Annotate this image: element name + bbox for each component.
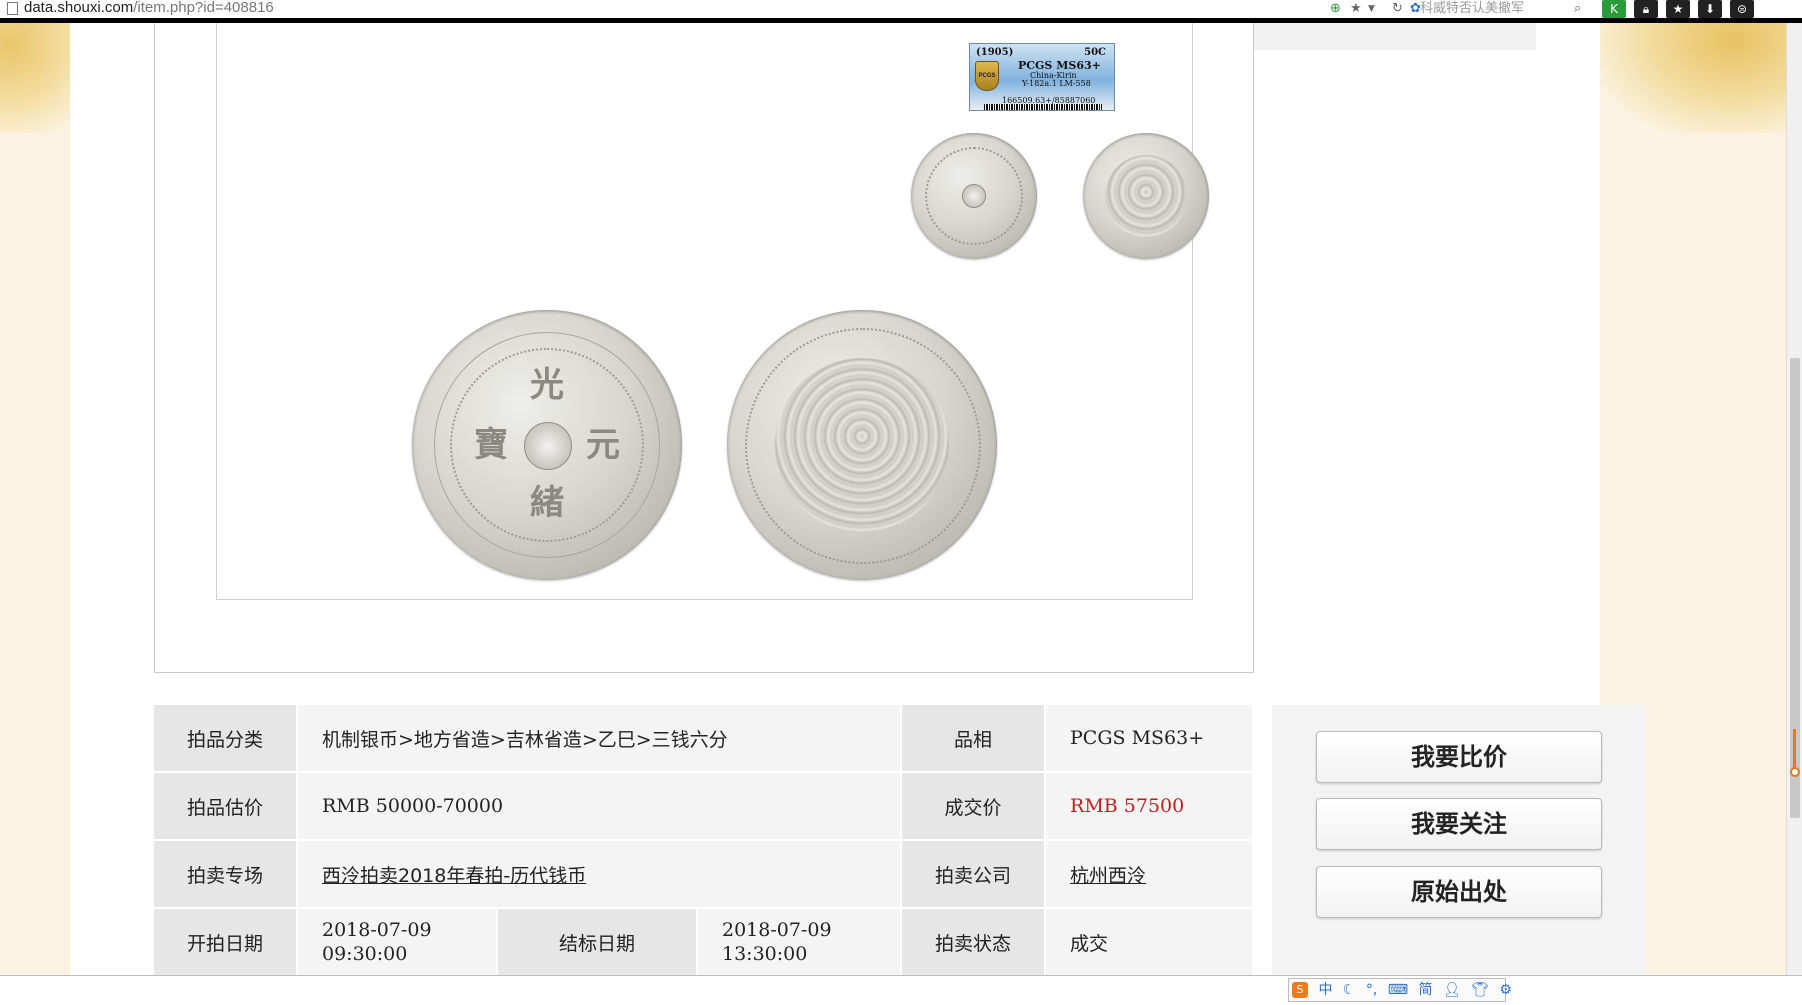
dragon-motif bbox=[775, 358, 949, 532]
page-icon bbox=[7, 2, 18, 15]
start-datetime: 2018-07-09 09:30:00 bbox=[298, 909, 498, 977]
coin-char-right: 元 bbox=[586, 425, 620, 465]
page-content: (1905) 50C PCGS PCGS MS63+ China-Kirin Y… bbox=[70, 23, 1646, 977]
coin-char-bottom: 緒 bbox=[530, 483, 564, 523]
skin-icon[interactable]: 👕︎ bbox=[1471, 979, 1489, 1001]
coin-center bbox=[962, 184, 986, 208]
price-label: 成交价 bbox=[902, 773, 1047, 841]
ime-chinese-mode[interactable]: 中 bbox=[1318, 979, 1332, 1001]
table-row: 拍品估价 RMB 50000-70000 成交价 RMB 57500 bbox=[154, 773, 1255, 841]
ime-logo-icon[interactable]: S bbox=[1292, 982, 1308, 998]
table-row: 拍卖专场 西泠拍卖2018年春拍-历代钱币 拍卖公司 杭州西泠 bbox=[154, 841, 1255, 909]
action-panel: 我要比价 我要关注 原始出处 bbox=[1272, 705, 1646, 975]
end-datetime: 2018-07-09 13:30:00 bbox=[698, 909, 903, 977]
page-scrollbar[interactable] bbox=[1786, 23, 1802, 975]
extension-k-icon[interactable]: K bbox=[1602, 0, 1626, 18]
coin-obverse-small bbox=[911, 133, 1037, 259]
status-label: 拍卖状态 bbox=[902, 909, 1047, 977]
pcgs-year: (1905) bbox=[976, 47, 1014, 58]
download-icon[interactable]: ⬇ bbox=[1698, 0, 1722, 18]
scroll-marker-dot bbox=[1790, 767, 1800, 777]
company-link[interactable]: 杭州西泠 bbox=[1070, 865, 1146, 887]
item-image[interactable]: (1905) 50C PCGS PCGS MS63+ China-Kirin Y… bbox=[216, 23, 1209, 600]
browser-address-bar: data.shouxi.com/item.php?id=408816 ⊕ ★ ▼… bbox=[0, 0, 1802, 23]
user-icon[interactable]: 👤︎ bbox=[1443, 979, 1461, 1001]
lock-icon[interactable]: 🔒︎ bbox=[1634, 0, 1658, 18]
security-icon[interactable]: ⊕ bbox=[1330, 0, 1341, 18]
address-url[interactable]: data.shouxi.com/item.php?id=408816 bbox=[24, 0, 274, 17]
pcgs-denomination: 50C bbox=[1084, 47, 1106, 58]
start-label: 开拍日期 bbox=[154, 909, 298, 977]
pcgs-barcode bbox=[984, 104, 1102, 110]
coin-center bbox=[524, 422, 572, 470]
background-decoration-right bbox=[1600, 23, 1790, 133]
status-value: 成交 bbox=[1046, 909, 1255, 977]
refresh-icon[interactable]: ↻ bbox=[1392, 0, 1403, 18]
estimate-label: 拍品估价 bbox=[154, 773, 298, 841]
company-cell: 杭州西泠 bbox=[1046, 841, 1255, 909]
end-time: 13:30:00 bbox=[722, 943, 808, 965]
price-value: RMB 57500 bbox=[1070, 795, 1185, 817]
end-label: 结标日期 bbox=[498, 909, 698, 977]
chevron-down-icon[interactable]: ▼ bbox=[1368, 0, 1375, 18]
pcgs-shield-icon: PCGS bbox=[975, 61, 999, 91]
search-icon[interactable]: ⌕ bbox=[1574, 0, 1581, 18]
category-label: 拍品分类 bbox=[154, 705, 298, 773]
end-date: 2018-07-09 bbox=[722, 919, 832, 941]
status-bar: S 中 ☾ °, ⌨ 简 👤︎ 👕︎ ⚙ bbox=[0, 975, 1802, 1005]
start-time: 09:30:00 bbox=[322, 943, 408, 965]
price-cell: RMB 57500 bbox=[1046, 773, 1255, 841]
pcgs-catalog: Y-182a.1 LM-558 bbox=[1022, 79, 1091, 88]
item-image-panel: (1905) 50C PCGS PCGS MS63+ China-Kirin Y… bbox=[154, 23, 1254, 673]
coin-reverse-large bbox=[727, 310, 997, 580]
punctuation-icon[interactable]: °, bbox=[1366, 979, 1377, 1001]
follow-button[interactable]: 我要关注 bbox=[1316, 798, 1602, 850]
grade-label: 品相 bbox=[902, 705, 1047, 773]
search-input[interactable]: 科威特否认美撤军 bbox=[1420, 0, 1595, 18]
pcgs-grading-label: (1905) 50C PCGS PCGS MS63+ China-Kirin Y… bbox=[969, 43, 1115, 111]
company-label: 拍卖公司 bbox=[902, 841, 1047, 909]
session-link[interactable]: 西泠拍卖2018年春拍-历代钱币 bbox=[322, 865, 586, 887]
table-row: 开拍日期 2018-07-09 09:30:00 结标日期 2018-07-09… bbox=[154, 909, 1255, 977]
original-source-button[interactable]: 原始出处 bbox=[1316, 866, 1602, 918]
coin-obverse-large: 光 寶 元 緒 bbox=[412, 310, 682, 580]
start-date: 2018-07-09 bbox=[322, 919, 432, 941]
estimate-value: RMB 50000-70000 bbox=[298, 773, 903, 841]
ime-simplified-mode[interactable]: 简 bbox=[1419, 979, 1433, 1001]
item-info-table: 拍品分类 机制银币>地方省造>吉林省造>乙巳>三钱六分 品相 PCGS MS63… bbox=[154, 705, 1255, 977]
coin-char-top: 光 bbox=[530, 365, 564, 405]
session-label: 拍卖专场 bbox=[154, 841, 298, 909]
category-value: 机制银币>地方省造>吉林省造>乙巳>三钱六分 bbox=[298, 705, 903, 773]
game-controller-icon[interactable]: ⊜ bbox=[1730, 0, 1754, 18]
coin-char-left: 寶 bbox=[474, 425, 508, 465]
session-cell: 西泠拍卖2018年春拍-历代钱币 bbox=[298, 841, 903, 909]
sidebar-top-box bbox=[1210, 23, 1536, 50]
keyboard-icon[interactable]: ⌨ bbox=[1388, 979, 1408, 1001]
bookmark-star-icon[interactable]: ★ bbox=[1350, 0, 1362, 18]
compare-price-button[interactable]: 我要比价 bbox=[1316, 731, 1602, 783]
dragon-motif bbox=[1105, 155, 1187, 237]
url-domain: data.shouxi.com bbox=[24, 0, 134, 16]
settings-gear-icon[interactable]: ⚙ bbox=[1499, 979, 1512, 1001]
moon-icon[interactable]: ☾ bbox=[1343, 979, 1356, 1001]
url-path: /item.php?id=408816 bbox=[133, 0, 274, 16]
grade-value: PCGS MS63+ bbox=[1046, 705, 1255, 773]
coin-reverse-small bbox=[1083, 133, 1209, 259]
ime-toolbar[interactable]: S 中 ☾ °, ⌨ 简 👤︎ 👕︎ ⚙ bbox=[1288, 978, 1512, 1002]
table-row: 拍品分类 机制银币>地方省造>吉林省造>乙巳>三钱六分 品相 PCGS MS63… bbox=[154, 705, 1255, 773]
favorites-star-icon[interactable]: ★ bbox=[1666, 0, 1690, 18]
